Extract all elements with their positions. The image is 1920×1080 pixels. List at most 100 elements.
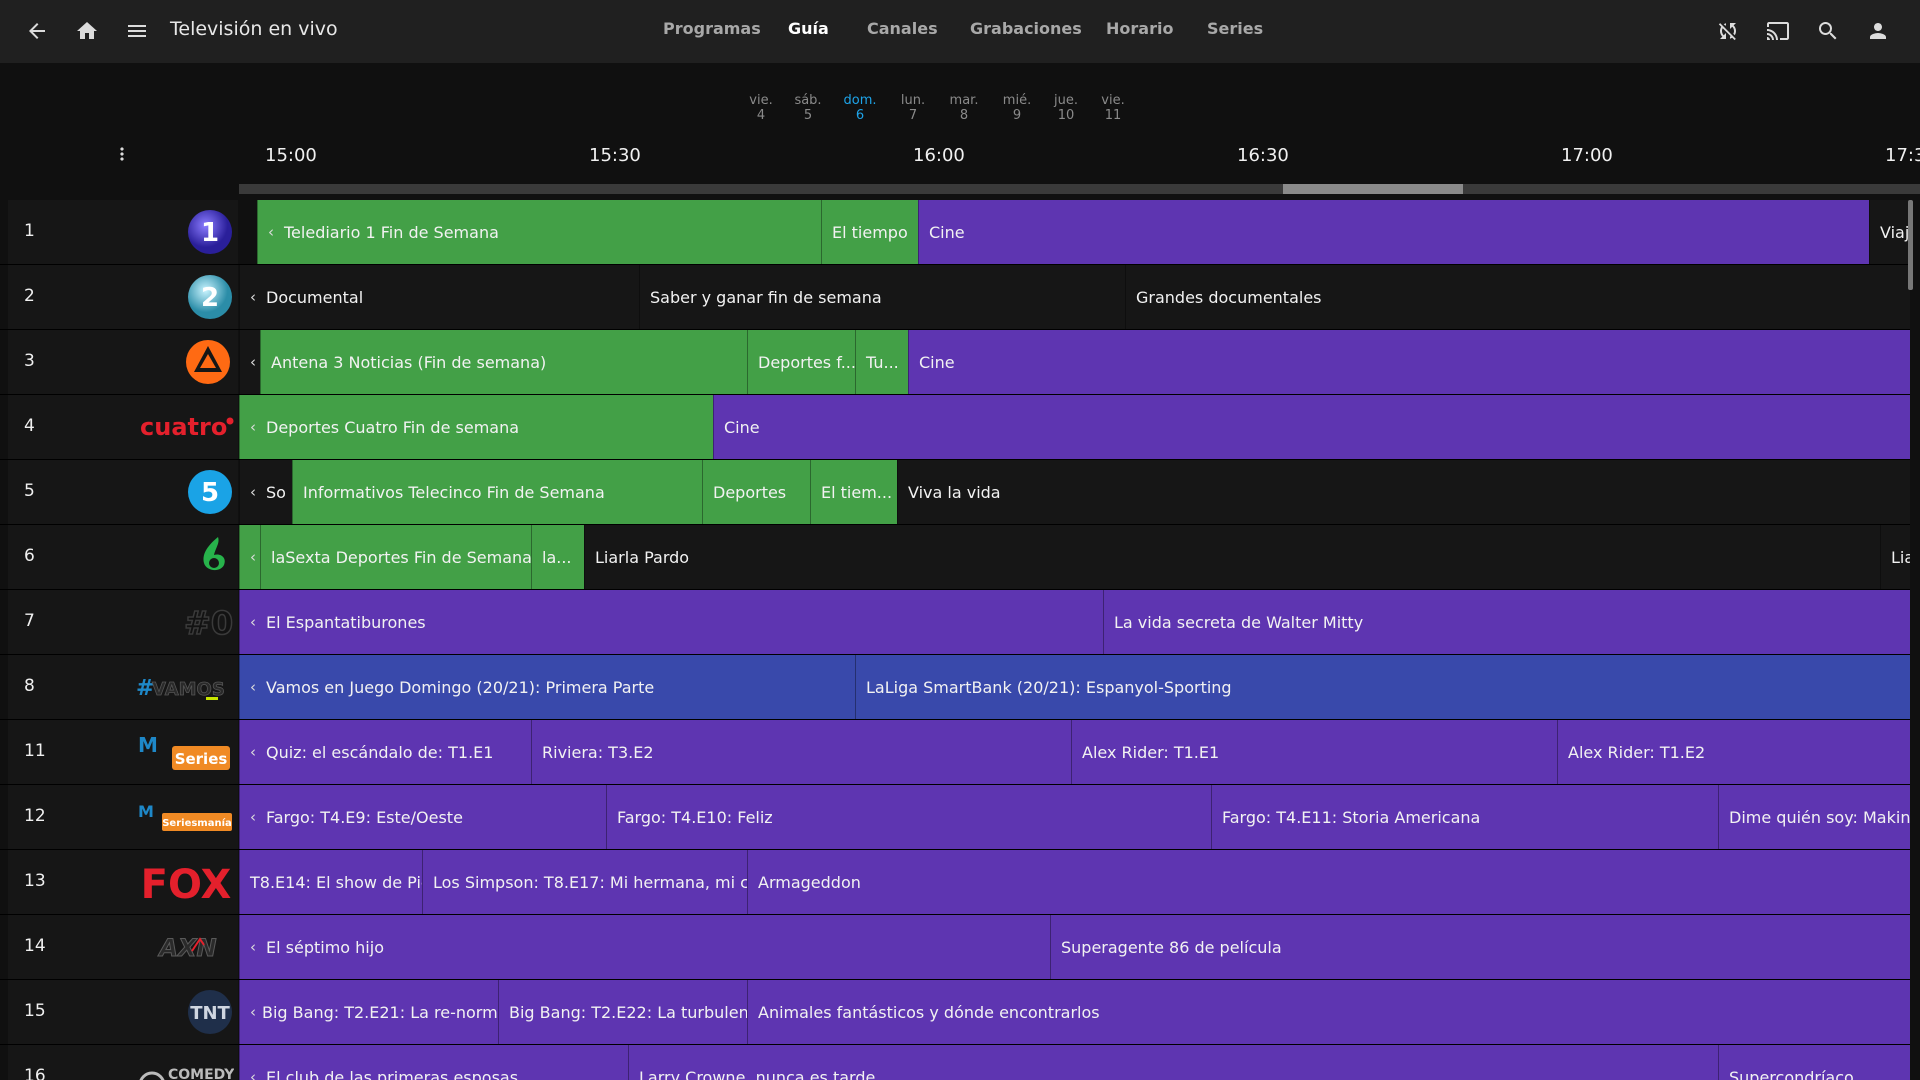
- svg-text:Seriesmanía: Seriesmanía: [162, 817, 232, 829]
- tab-grabaciones[interactable]: Grabaciones: [970, 19, 1082, 38]
- program-cell[interactable]: ‹ Documental: [239, 265, 639, 329]
- program-cell[interactable]: ‹: [239, 330, 260, 394]
- horizontal-scrollbar-track[interactable]: [239, 184, 1920, 194]
- horizontal-scrollbar-thumb[interactable]: [1283, 184, 1463, 194]
- program-cell[interactable]: Los Simpson: T8.E17: Mi hermana, mi can.…: [422, 850, 747, 914]
- day-tab[interactable]: sáb. 5: [783, 93, 833, 123]
- day-tab[interactable]: jue. 10: [1041, 93, 1091, 123]
- program-cell[interactable]: Animales fantásticos y dónde encontrarlo…: [747, 980, 1910, 1044]
- program-cell[interactable]: Grandes documentales: [1125, 265, 1910, 329]
- channel-cell[interactable]: 55: [8, 460, 238, 524]
- day-tab[interactable]: vie. 4: [736, 93, 786, 123]
- menu-icon[interactable]: [116, 10, 158, 52]
- program-cell[interactable]: Deportes f...: [747, 330, 855, 394]
- channel-cell[interactable]: 16 COMEDY: [8, 1045, 238, 1080]
- program-cell[interactable]: Viaje: [1869, 200, 1910, 264]
- program-cell[interactable]: ‹ El séptimo hijo: [239, 915, 1050, 979]
- program-cell[interactable]: ‹: [239, 525, 260, 589]
- sync-disabled-icon[interactable]: [1707, 10, 1749, 52]
- program-cell[interactable]: Lia: [1880, 525, 1910, 589]
- program-title: Superagente 86 de película: [1061, 937, 1282, 957]
- channel-cell[interactable]: 12 M Seriesmanía: [8, 785, 238, 849]
- channel-cell[interactable]: 11: [8, 200, 238, 264]
- program-cell[interactable]: la...: [531, 525, 584, 589]
- cast-icon[interactable]: [1757, 10, 1799, 52]
- program-cell[interactable]: ‹ Quiz: el escándalo de: T1.E1: [239, 720, 531, 784]
- day-tab[interactable]: lun. 7: [888, 93, 938, 123]
- more-options-icon[interactable]: [108, 140, 136, 168]
- program-cell[interactable]: Alex Rider: T1.E2: [1557, 720, 1910, 784]
- program-cell[interactable]: Dime quién soy: Making o: [1718, 785, 1910, 849]
- program-cell[interactable]: Fargo: T4.E11: Storia Americana: [1211, 785, 1718, 849]
- channel-cell[interactable]: 3: [8, 330, 238, 394]
- channel-cell[interactable]: 14 AXN: [8, 915, 238, 979]
- day-tab[interactable]: mar. 8: [939, 93, 989, 123]
- program-cell[interactable]: ‹ Telediario 1 Fin de Semana: [257, 200, 821, 264]
- program-cell[interactable]: Deportes: [702, 460, 810, 524]
- program-cell[interactable]: Antena 3 Noticias (Fin de semana): [260, 330, 747, 394]
- program-cell[interactable]: ‹ Fargo: T4.E9: Este/Oeste: [239, 785, 606, 849]
- day-number: 9: [1012, 108, 1022, 123]
- program-cell[interactable]: Tu...: [855, 330, 908, 394]
- program-cell[interactable]: El tiempo: [821, 200, 918, 264]
- search-icon[interactable]: [1807, 10, 1849, 52]
- program-cell[interactable]: Cine: [713, 395, 1910, 459]
- channel-number: 13: [24, 871, 46, 891]
- program-title: Dime quién soy: Making o: [1729, 807, 1910, 827]
- channel-cell[interactable]: 15 TNT: [8, 980, 238, 1044]
- channel-row: 15 TNT ‹ Big Bang: T2.E21: La re-normaliz Bi…: [0, 980, 1910, 1045]
- program-cell[interactable]: Superagente 86 de película: [1050, 915, 1910, 979]
- program-cell[interactable]: Saber y ganar fin de semana: [639, 265, 1125, 329]
- tab-canales[interactable]: Canales: [867, 19, 938, 38]
- program-cell[interactable]: Larry Crowne, nunca es tarde: [628, 1045, 1718, 1080]
- user-icon[interactable]: [1857, 10, 1899, 52]
- program-cell[interactable]: Armageddon: [747, 850, 1910, 914]
- day-tab[interactable]: vie. 11: [1088, 93, 1138, 123]
- program-cell[interactable]: Big Bang: T2.E22: La turbulenc...: [498, 980, 747, 1044]
- program-cell[interactable]: ‹ El club de las primeras esposas: [239, 1045, 628, 1080]
- program-cell[interactable]: Alex Rider: T1.E1: [1071, 720, 1557, 784]
- program-cell[interactable]: T8.E14: El show de Pica...: [239, 850, 422, 914]
- back-arrow-icon[interactable]: [16, 10, 58, 52]
- day-name: vie.: [1101, 93, 1125, 108]
- program-cell[interactable]: ‹ Big Bang: T2.E21: La re-normaliz: [239, 980, 498, 1044]
- channel-cell[interactable]: 11 M Series: [8, 720, 238, 784]
- channel-cell[interactable]: 4 cuatro: [8, 395, 238, 459]
- program-cell[interactable]: ‹ Vamos en Juego Domingo (20/21): Primera…: [239, 655, 855, 719]
- antena3-logo: [126, 336, 234, 388]
- day-tab[interactable]: mié. 9: [992, 93, 1042, 123]
- program-cell[interactable]: laSexta Deportes Fin de Semana: [260, 525, 531, 589]
- channel-cell[interactable]: 6: [8, 525, 238, 589]
- program-cell[interactable]: ‹ El Espantatiburones: [239, 590, 1103, 654]
- svg-text:M: M: [138, 733, 158, 757]
- tab-guia[interactable]: Guía: [788, 19, 829, 38]
- program-cell[interactable]: Riviera: T3.E2: [531, 720, 1071, 784]
- program-cell[interactable]: Informativos Telecinco Fin de Semana: [292, 460, 702, 524]
- program-cell[interactable]: ‹ So: [239, 460, 292, 524]
- channel-cell[interactable]: 22: [8, 265, 238, 329]
- tab-series[interactable]: Series: [1207, 19, 1263, 38]
- tab-horario[interactable]: Horario: [1106, 19, 1173, 38]
- vertical-scrollbar-thumb[interactable]: [1908, 200, 1913, 290]
- program-cell[interactable]: LaLiga SmartBank (20/21): Espanyol-Sport…: [855, 655, 1910, 719]
- program-cell[interactable]: Liarla Pardo: [584, 525, 1880, 589]
- program-cell[interactable]: Cine: [908, 330, 1910, 394]
- channel-cell[interactable]: 8 # VAMOS: [8, 655, 238, 719]
- day-name: vie.: [749, 93, 773, 108]
- tab-programas[interactable]: Programas: [663, 19, 761, 38]
- program-cell[interactable]: El tiem...: [810, 460, 897, 524]
- program-cell[interactable]: Supercondríaco: [1718, 1045, 1910, 1080]
- channel-row: 11 M Series ‹ Quiz: el escándalo de: T1.E1 Ri…: [0, 720, 1910, 785]
- program-cell[interactable]: Fargo: T4.E10: Feliz: [606, 785, 1211, 849]
- program-cell[interactable]: ‹ Deportes Cuatro Fin de semana: [239, 395, 713, 459]
- day-number: 6: [855, 108, 865, 123]
- channel-cell[interactable]: 7 #0: [8, 590, 238, 654]
- program-cell[interactable]: Cine: [918, 200, 1869, 264]
- channel-cell[interactable]: 13 FOX: [8, 850, 238, 914]
- program-cell[interactable]: La vida secreta de Walter Mitty: [1103, 590, 1910, 654]
- program-cell[interactable]: Viva la vida: [897, 460, 1910, 524]
- program-title: Antena 3 Noticias (Fin de semana): [271, 352, 547, 372]
- time-label: 15:00: [265, 145, 317, 166]
- home-icon[interactable]: [66, 10, 108, 52]
- day-tab[interactable]: dom. 6: [835, 93, 885, 123]
